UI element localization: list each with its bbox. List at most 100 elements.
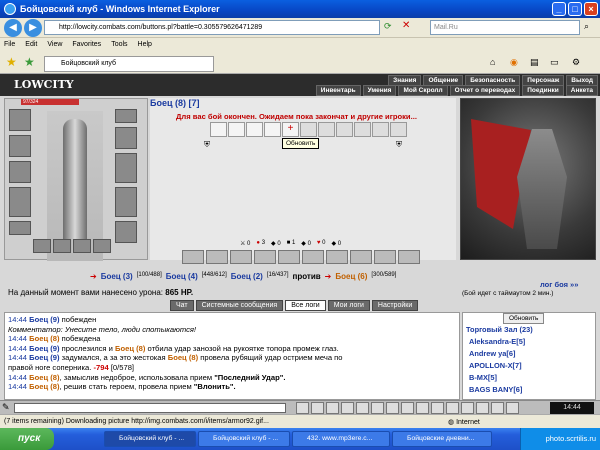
toolbar-icon[interactable] [461,402,474,414]
action-button[interactable] [398,250,420,264]
gloves-slot[interactable] [115,127,137,149]
nav-skills[interactable]: Умения [362,85,397,96]
add-favorite-icon[interactable]: ★ [24,55,35,69]
toolbar-icon[interactable] [341,402,354,414]
market-refresh-button[interactable]: Обновить [503,313,545,324]
rss-icon[interactable]: ◉ [510,57,518,68]
enemy-fighter[interactable]: Боец (6) [335,272,367,281]
toolbar-icon[interactable] [326,402,339,414]
action-button[interactable] [206,250,228,264]
minimize-button[interactable]: _ [552,2,566,16]
home-icon[interactable]: ⌂ [490,57,495,67]
action-cell[interactable] [372,122,389,137]
weapon-slot[interactable] [9,135,31,157]
action-cell[interactable] [318,122,335,137]
menu-help[interactable]: Help [138,38,152,52]
action-cell[interactable] [264,122,281,137]
action-cell[interactable] [354,122,371,137]
action-cell[interactable] [210,122,227,137]
taskbar-window[interactable]: Бойцовский клуб - ... [104,431,196,447]
toolbar-icon[interactable] [416,402,429,414]
boots-slot[interactable] [115,221,137,243]
toolbar-icon[interactable] [296,402,309,414]
nav-battles[interactable]: Поединки [522,85,564,96]
action-cell[interactable] [246,122,263,137]
browser-tab[interactable]: Бойцовский клуб [44,56,214,72]
action-button[interactable] [230,250,252,264]
maximize-button[interactable]: □ [568,2,582,16]
toolbar-icon[interactable] [371,402,384,414]
nav-inventory[interactable]: Инвентарь [315,85,361,96]
print-icon[interactable]: ▤ [530,57,539,68]
team-fighter[interactable]: Боец (4) [166,272,198,281]
skill-slot[interactable] [73,239,91,253]
action-button[interactable] [374,250,396,264]
forward-button[interactable]: ▶ [24,19,42,37]
search-icon[interactable]: ⌕ [584,21,589,32]
toolbar-icon[interactable] [476,402,489,414]
tab-settings[interactable]: Настройки [371,300,419,311]
nav-transfers[interactable]: Отчет о переводах [449,85,521,96]
tab-system[interactable]: Системные сообщения [195,300,284,311]
skill-slot[interactable] [33,239,51,253]
helmet-slot[interactable] [9,109,31,131]
action-cell[interactable] [336,122,353,137]
menu-view[interactable]: View [47,38,62,52]
toolbar-icon[interactable] [311,402,324,414]
taskbar-window[interactable]: Бойцовский клуб - ... [198,431,290,447]
tab-chat[interactable]: Чат [170,300,194,311]
market-user[interactable]: Andrew ya[6] [469,349,515,358]
action-button[interactable] [278,250,300,264]
armor-slot[interactable] [9,187,31,217]
menu-tools[interactable]: Tools [111,38,127,52]
shield-slot[interactable] [115,153,137,183]
heal-cell[interactable]: + [282,122,299,137]
favorites-star-icon[interactable]: ★ [6,55,17,69]
address-input[interactable]: http://lowcity.combats.com/buttons.pl?ba… [44,20,380,35]
pants-slot[interactable] [115,187,137,217]
tab-all-logs[interactable]: Все логи [285,300,326,311]
stop-icon[interactable]: ✕ [402,20,416,34]
ring-slot[interactable] [115,109,137,123]
taskbar-window[interactable]: 432. www.mp3ere.c... [292,431,390,447]
back-button[interactable]: ◀ [4,19,22,37]
search-input[interactable]: Mail.Ru [430,20,580,35]
action-button[interactable] [182,250,204,264]
menu-favorites[interactable]: Favorites [72,38,101,52]
belt-slot[interactable] [9,221,31,235]
opponent-name[interactable]: Боец (8) [7] [150,98,200,108]
action-cell[interactable] [228,122,245,137]
toolbar-icon[interactable] [356,402,369,414]
toolbar-icon[interactable] [386,402,399,414]
toolbar-icon[interactable] [506,402,519,414]
action-cell[interactable] [390,122,407,137]
action-cell[interactable] [300,122,317,137]
page-icon[interactable]: ▭ [550,57,559,68]
close-button[interactable]: × [584,2,598,16]
action-button[interactable] [326,250,348,264]
skill-slot[interactable] [53,239,71,253]
chat-icon[interactable]: ✎ [2,402,10,413]
battle-log-link[interactable]: лог боя »» [540,280,578,289]
market-user[interactable]: Aleksandra-E[5] [469,337,525,346]
action-button[interactable] [350,250,372,264]
sword-slot[interactable] [9,161,31,183]
toolbar-icon[interactable] [446,402,459,414]
action-button[interactable] [254,250,276,264]
team-fighter[interactable]: Боец (3) [101,272,133,281]
menu-edit[interactable]: Edit [25,38,37,52]
nav-profile[interactable]: Анкета [565,85,598,96]
taskbar-window[interactable]: Бойцовские дневни... [392,431,492,447]
start-button[interactable]: пуск [0,428,54,450]
market-user[interactable]: BAGS BANY[6] [469,385,522,394]
toolbar-icon[interactable] [431,402,444,414]
menu-file[interactable]: File [4,38,15,52]
team-fighter[interactable]: Боец (2) [231,272,263,281]
tab-my-logs[interactable]: Мои логи [327,300,370,311]
toolbar-icon[interactable] [491,402,504,414]
skill-slot[interactable] [93,239,111,253]
chat-input[interactable] [14,403,286,413]
nav-scroll[interactable]: Мой Скролл [398,85,448,96]
refresh-icon[interactable]: ⟳ [384,21,396,33]
market-user[interactable]: APOLLON-X[7] [469,361,522,370]
